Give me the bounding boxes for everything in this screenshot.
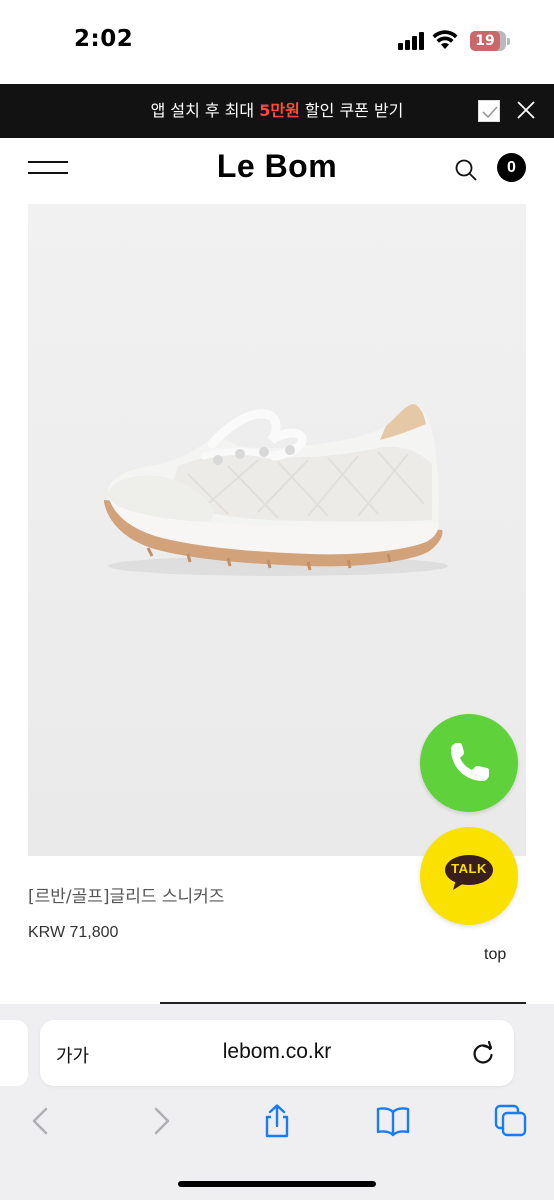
kakao-talk-button[interactable]: TALK: [420, 827, 518, 925]
close-icon[interactable]: [516, 100, 536, 120]
wifi-icon: [432, 30, 458, 49]
call-button[interactable]: [420, 714, 518, 812]
phone-icon: [451, 743, 489, 781]
product-name[interactable]: [르반/골프]글리드 스니커즈: [28, 882, 224, 907]
share-icon[interactable]: [260, 1104, 294, 1138]
cart-count-badge[interactable]: 0: [497, 153, 526, 182]
reload-icon[interactable]: [470, 1040, 496, 1066]
book-icon[interactable]: [376, 1104, 410, 1138]
promo-banner[interactable]: 앱 설치 후 최대 5만원 할인 쿠폰 받기: [0, 84, 554, 138]
home-indicator: [178, 1181, 376, 1187]
product-price: KRW 71,800: [28, 924, 119, 941]
checkbox-icon[interactable]: [478, 100, 500, 122]
scroll-top-link[interactable]: top: [484, 946, 506, 964]
chevron-left-icon[interactable]: [24, 1104, 58, 1138]
search-icon[interactable]: [454, 158, 478, 182]
url-text[interactable]: lebom.co.kr: [40, 1040, 514, 1064]
status-bar: 2:02 19: [0, 0, 554, 82]
promo-text-after: 할인 쿠폰 받기: [299, 101, 404, 120]
tabs-icon[interactable]: [494, 1104, 528, 1138]
promo-highlight: 5만원: [259, 101, 300, 120]
chevron-right-icon[interactable]: [144, 1104, 178, 1138]
promo-text[interactable]: 앱 설치 후 최대 5만원 할인 쿠폰 받기: [0, 84, 554, 138]
talk-label: TALK: [451, 861, 487, 876]
cellular-signal-icon: [398, 32, 426, 50]
previous-tab-preview[interactable]: [0, 1020, 28, 1086]
battery-level: 19: [470, 31, 500, 51]
status-time: 2:02: [74, 26, 134, 52]
battery-icon: 19: [470, 31, 510, 51]
promo-text-before: 앱 설치 후 최대: [150, 101, 260, 120]
